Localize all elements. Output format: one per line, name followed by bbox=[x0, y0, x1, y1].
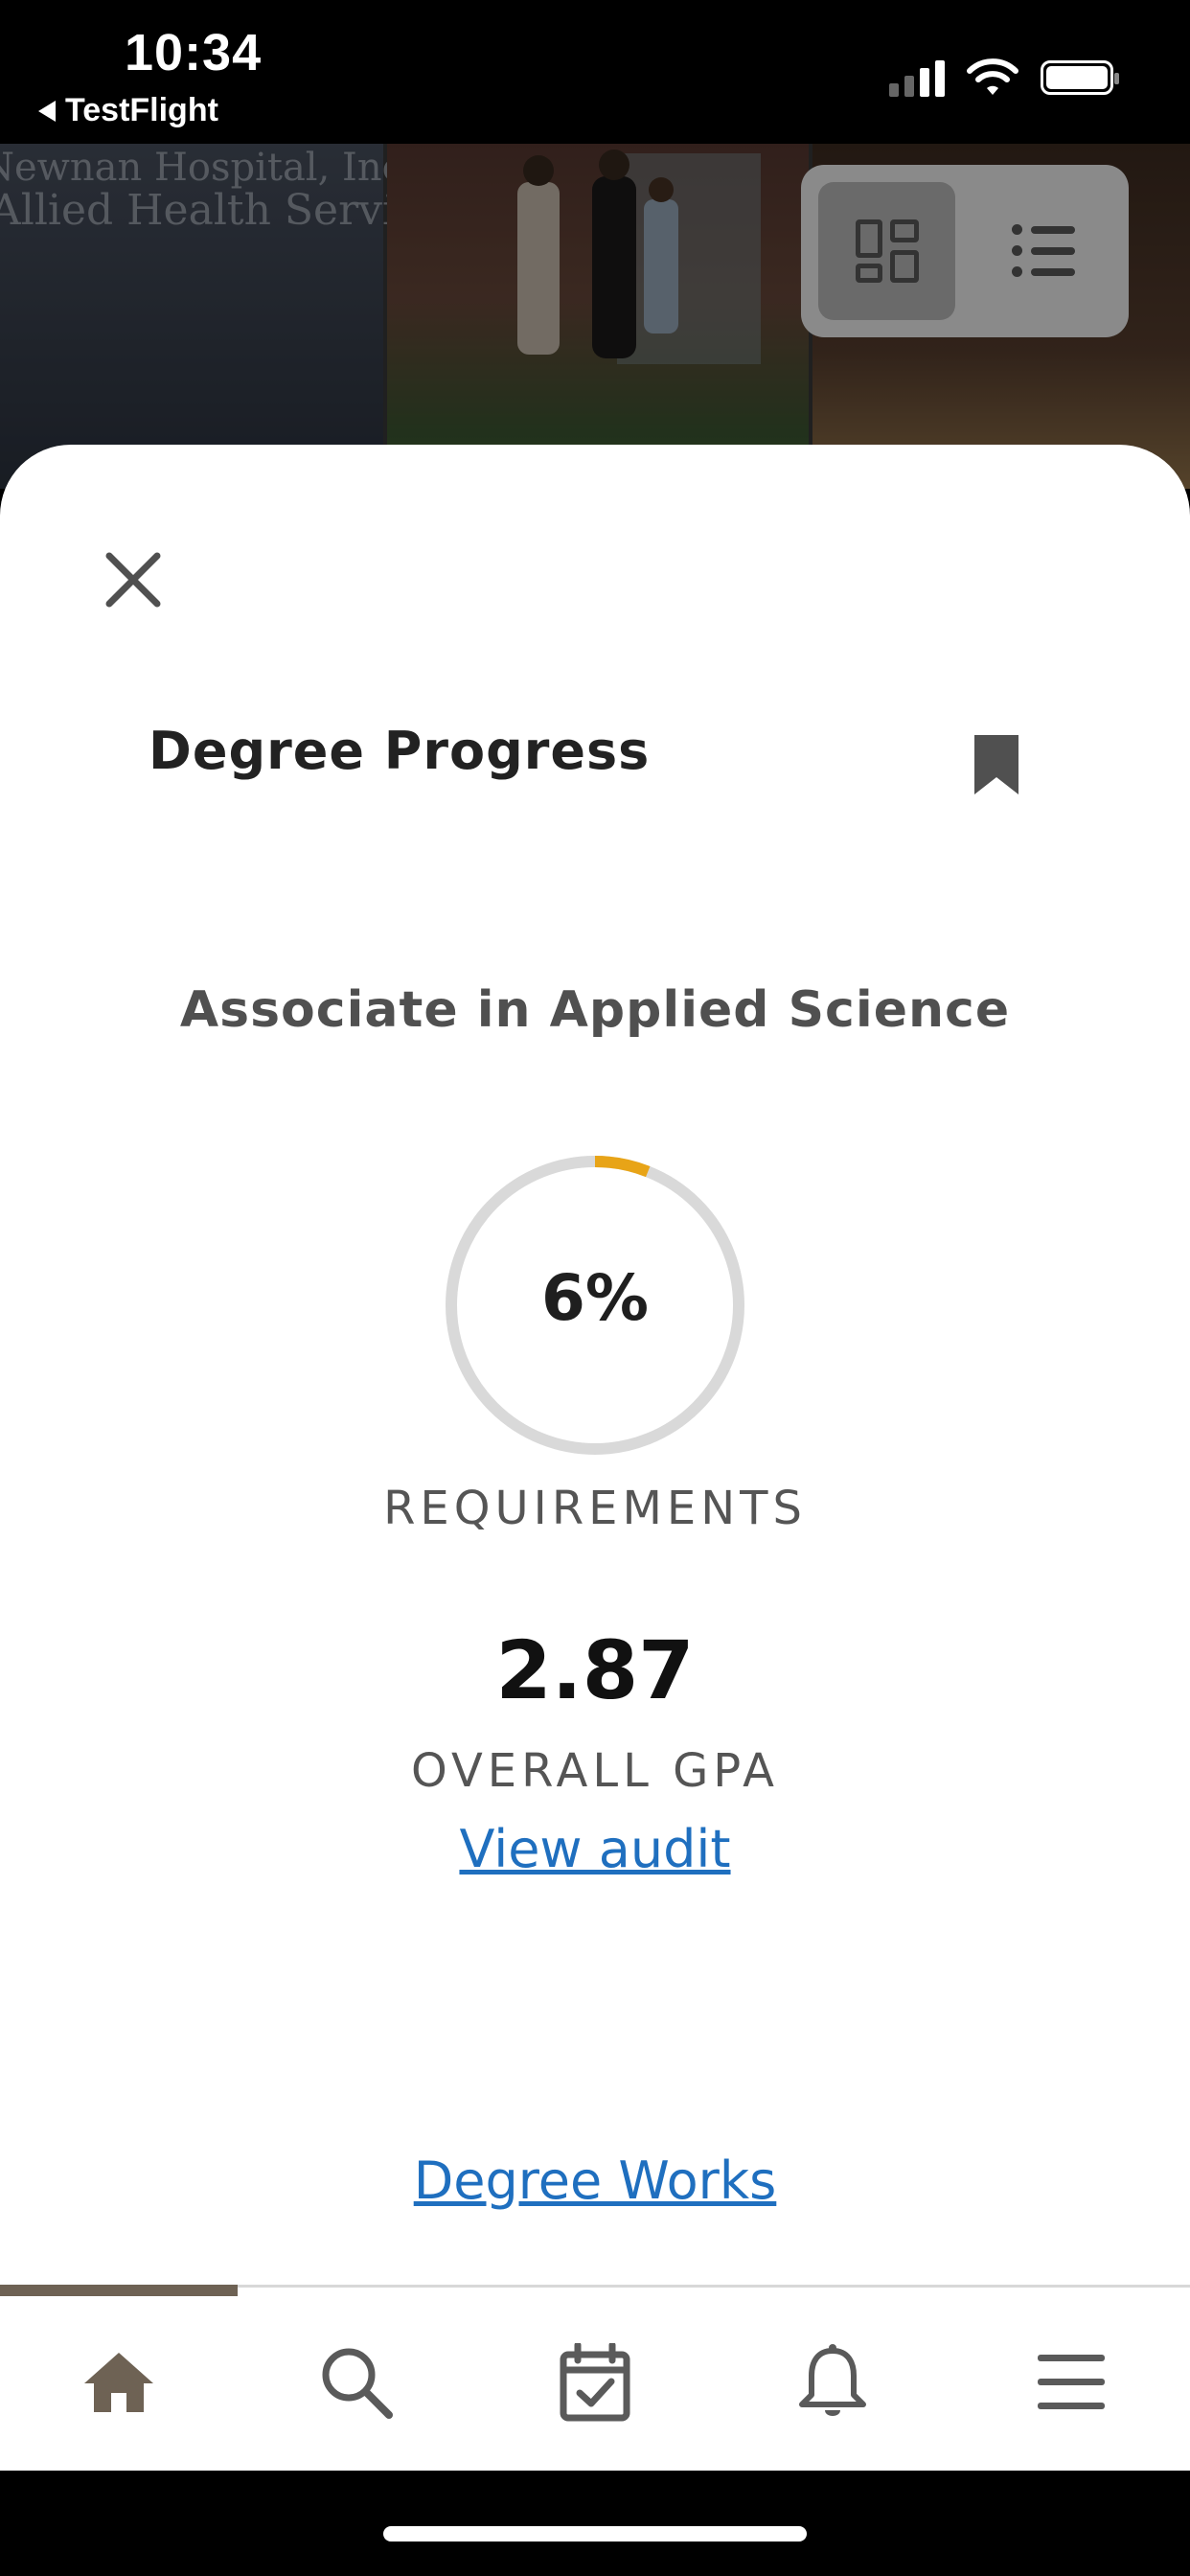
page-title: Degree Progress bbox=[149, 721, 651, 781]
view-audit-link[interactable]: View audit bbox=[0, 1819, 1190, 1879]
degree-name: Associate in Applied Science bbox=[179, 981, 1011, 1039]
cellular-signal-icon bbox=[889, 58, 945, 97]
back-to-app-link[interactable]: TestFlight bbox=[38, 92, 218, 129]
home-icon bbox=[84, 2353, 153, 2412]
progress-percent: 6% bbox=[540, 1261, 650, 1335]
gpa-value: 2.87 bbox=[495, 1623, 695, 1717]
list-icon bbox=[1011, 224, 1075, 278]
tab-home[interactable] bbox=[75, 2338, 163, 2426]
requirements-label: REQUIREMENTS bbox=[383, 1482, 807, 1535]
gpa-label: OVERALL GPA bbox=[411, 1744, 779, 1798]
back-app-label: TestFlight bbox=[65, 92, 218, 128]
hamburger-menu-icon bbox=[1038, 2355, 1105, 2409]
status-icons bbox=[889, 58, 1119, 98]
battery-icon bbox=[1041, 60, 1119, 95]
back-arrow-icon bbox=[38, 100, 56, 122]
tab-calendar[interactable] bbox=[551, 2338, 639, 2426]
calendar-check-icon bbox=[560, 2343, 630, 2422]
tab-search[interactable] bbox=[312, 2338, 400, 2426]
close-icon[interactable] bbox=[102, 548, 165, 611]
list-view-button[interactable] bbox=[974, 182, 1111, 320]
grid-view-button[interactable] bbox=[818, 182, 955, 320]
home-indicator[interactable] bbox=[383, 2526, 807, 2542]
tab-notifications[interactable] bbox=[789, 2338, 877, 2426]
view-mode-toggle bbox=[801, 165, 1129, 337]
grid-icon bbox=[855, 219, 919, 283]
search-icon bbox=[322, 2348, 393, 2419]
home-indicator-area bbox=[0, 2471, 1190, 2576]
status-bar: 10:34 TestFlight bbox=[0, 0, 1190, 144]
degree-works-link[interactable]: Degree Works bbox=[0, 2150, 1190, 2211]
status-time: 10:34 bbox=[125, 24, 263, 81]
bell-icon bbox=[799, 2344, 866, 2416]
bookmark-icon[interactable] bbox=[973, 733, 1020, 796]
active-tab-indicator bbox=[0, 2285, 238, 2296]
tab-menu[interactable] bbox=[1027, 2338, 1115, 2426]
wifi-icon bbox=[967, 58, 1018, 95]
